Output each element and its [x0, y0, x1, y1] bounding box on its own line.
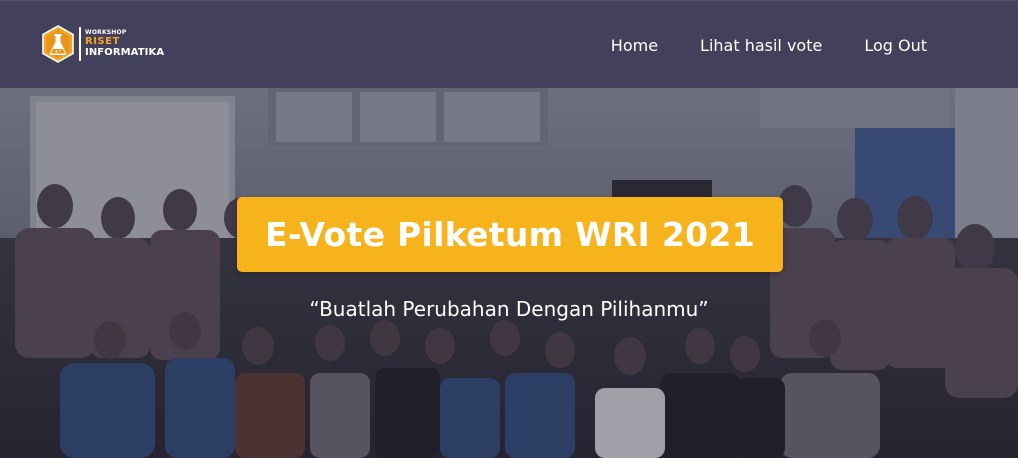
hero-section: E-Vote Pilketum WRI 2021 “Buatlah Peruba…	[0, 88, 1018, 458]
hero-title: E-Vote Pilketum WRI 2021	[265, 215, 755, 254]
brand-divider	[79, 27, 81, 61]
flask-hexagon-logo-icon	[42, 25, 74, 63]
brand-informatika-text: INFORMATIKA	[85, 47, 165, 58]
brand-riset-text: RISET	[85, 36, 120, 47]
nav-lihat-hasil-vote-link[interactable]: Lihat hasil vote	[700, 36, 822, 55]
brand-wordmark: WORKSHOP RISET INFORMATIKA	[85, 30, 164, 58]
nav-home-link[interactable]: Home	[611, 36, 658, 55]
hero-tagline: “Buatlah Perubahan Dengan Pilihanmu”	[309, 297, 709, 321]
hero-title-banner: E-Vote Pilketum WRI 2021	[237, 197, 783, 272]
nav-menu: Home Lihat hasil vote Log Out	[611, 1, 927, 89]
nav-log-out-link[interactable]: Log Out	[864, 36, 927, 55]
navbar: WORKSHOP RISET INFORMATIKA Home Lihat ha…	[0, 0, 1018, 88]
brand-logo[interactable]: WORKSHOP RISET INFORMATIKA	[41, 24, 164, 64]
hero-overlay	[0, 88, 1018, 458]
